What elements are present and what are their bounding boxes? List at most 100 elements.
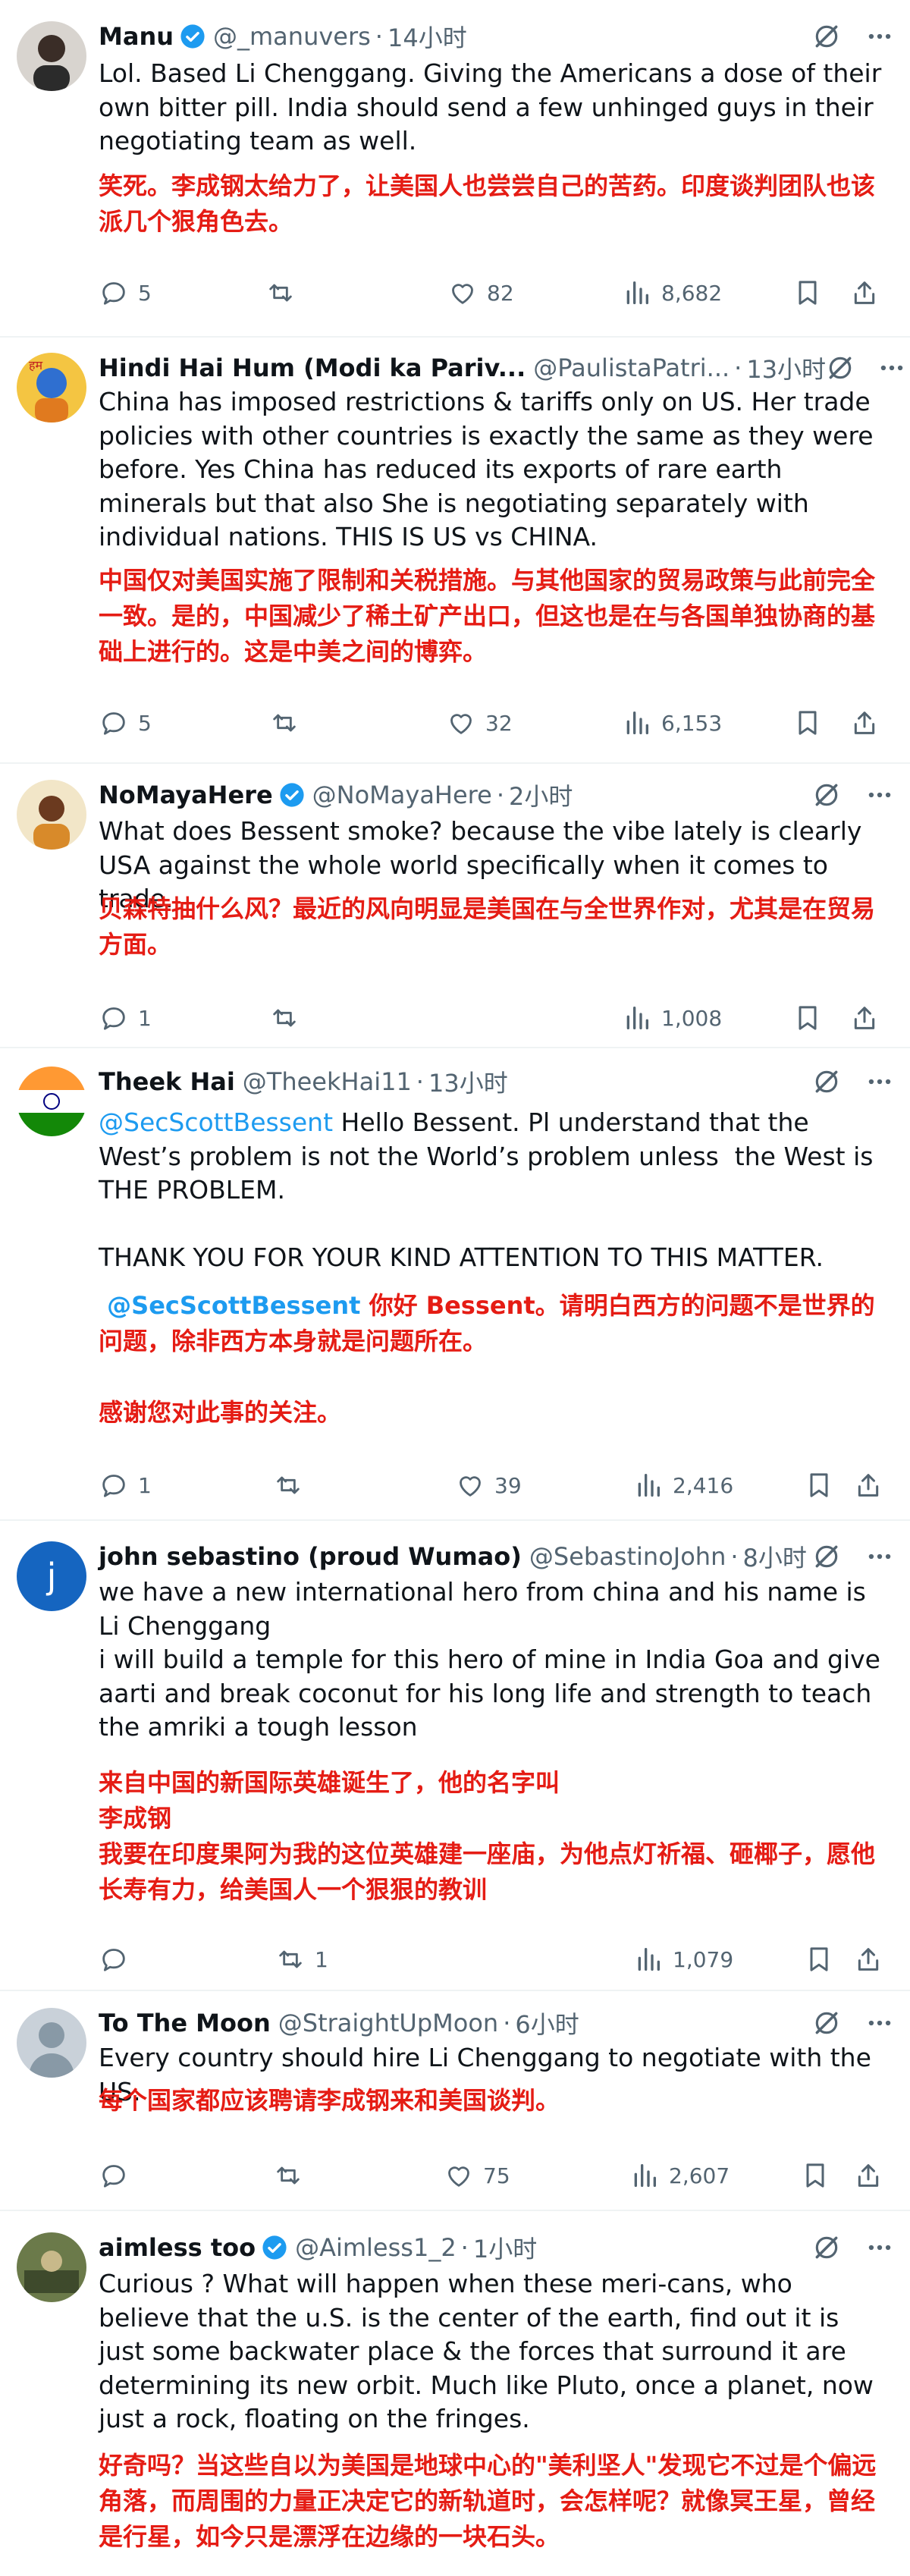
retweet-button[interactable] (265, 274, 305, 312)
share-button[interactable] (849, 274, 880, 312)
timestamp[interactable]: 2小时 (509, 778, 573, 812)
separator-dot: · (460, 2233, 469, 2262)
retweet-button[interactable]: 1 (275, 1940, 328, 1978)
more-icon[interactable] (864, 780, 895, 810)
share-button[interactable] (853, 1466, 883, 1504)
views-button[interactable]: 2,416 (633, 1466, 733, 1504)
display-name[interactable]: aimless too (99, 2233, 256, 2262)
more-icon[interactable] (864, 2232, 895, 2263)
display-name[interactable]: Hindi Hai Hum (Modi ka Pariv... (99, 353, 526, 382)
more-icon[interactable] (864, 1067, 895, 1097)
more-icon[interactable] (864, 21, 895, 52)
reply-button[interactable]: 1 (99, 1466, 152, 1504)
grok-icon[interactable] (811, 1067, 842, 1097)
share-icon (849, 1003, 880, 1033)
display-name[interactable]: Theek Hai (99, 1067, 235, 1096)
grok-icon[interactable] (811, 2008, 842, 2038)
action-bar: 5 82 8,682 (99, 274, 887, 312)
tweet-aimless-too[interactable]: aimless too @Aimless1_2 · 1小时 Curious ? … (0, 2211, 910, 2576)
mention-link[interactable]: @SecScottBessent (99, 1107, 333, 1137)
retweet-icon (265, 278, 296, 308)
display-name[interactable]: To The Moon (99, 2009, 271, 2037)
grok-icon[interactable] (811, 780, 842, 810)
separator-dot: · (734, 353, 742, 382)
display-name[interactable]: john sebastino (proud Wumao) (99, 1542, 522, 1571)
tweet-nomayahere[interactable]: NoMayaHere @NoMayaHere · 2小时 What does B… (0, 764, 910, 1048)
reply-button[interactable] (99, 2157, 138, 2194)
grok-icon[interactable] (811, 2232, 842, 2263)
tweet-to-the-moon[interactable]: To The Moon @StraightUpMoon · 6小时 Every … (0, 1991, 910, 2211)
timestamp[interactable]: 6小时 (515, 2006, 579, 2040)
verified-badge-icon (279, 782, 305, 808)
separator-dot: · (496, 781, 504, 809)
grok-icon[interactable] (811, 1541, 842, 1572)
tweet-theek-hai[interactable]: Theek Hai @TheekHai11 · 13小时 @SecScottBe… (0, 1048, 910, 1521)
avatar[interactable] (17, 2232, 86, 2302)
like-button[interactable]: 32 (446, 704, 513, 742)
retweet-button[interactable] (269, 999, 309, 1037)
bookmark-button[interactable] (804, 1940, 834, 1978)
like-button[interactable]: 39 (455, 1466, 522, 1504)
avatar[interactable] (17, 21, 86, 91)
share-button[interactable] (853, 1940, 883, 1978)
tweet-john-sebastino[interactable]: j john sebastino (proud Wumao) @Sebastin… (0, 1521, 910, 1991)
handle[interactable]: @SebastinoJohn (529, 1542, 726, 1571)
handle[interactable]: @NoMayaHere (312, 781, 492, 809)
timestamp[interactable]: 1小时 (473, 2230, 537, 2265)
views-count: 1,008 (661, 1005, 723, 1031)
mention-link[interactable]: @SecScottBessent (99, 1291, 360, 1320)
views-button[interactable]: 8,682 (622, 274, 722, 312)
reply-icon (99, 1944, 129, 1974)
reply-button[interactable]: 1 (99, 999, 152, 1037)
grok-icon[interactable] (811, 21, 842, 52)
retweet-button[interactable] (273, 1466, 312, 1504)
share-button[interactable] (853, 2157, 883, 2194)
timestamp[interactable]: 13小时 (746, 350, 826, 385)
handle[interactable]: @TheekHai11 (243, 1067, 412, 1096)
reply-button[interactable] (99, 1940, 138, 1978)
retweet-button[interactable] (269, 704, 309, 742)
avatar[interactable] (17, 780, 86, 850)
retweet-button[interactable] (273, 2157, 312, 2194)
reply-icon (99, 1003, 129, 1033)
handle[interactable]: @Aimless1_2 (295, 2233, 457, 2262)
views-button[interactable]: 1,008 (622, 999, 722, 1037)
handle[interactable]: @PaulistaPatri... (533, 353, 730, 382)
bookmark-button[interactable] (800, 2157, 830, 2194)
avatar[interactable]: j (17, 1541, 86, 1611)
verified-badge-icon (180, 24, 206, 49)
tweet-translation: 贝森特抽什么风？最近的风向明显是美国在与全世界作对，尤其是在贸易方面。 (99, 894, 876, 959)
reply-button[interactable]: 5 (99, 274, 152, 312)
avatar[interactable] (17, 1067, 86, 1136)
like-button[interactable]: 82 (447, 274, 514, 312)
like-button[interactable]: 75 (444, 2157, 510, 2194)
views-button[interactable]: 1,079 (633, 1940, 733, 1978)
like-count: 39 (494, 1472, 522, 1498)
bookmark-icon (792, 708, 823, 738)
more-icon[interactable] (864, 1541, 895, 1572)
share-button[interactable] (849, 999, 880, 1037)
display-name[interactable]: NoMayaHere (99, 781, 273, 809)
tweet-manu[interactable]: Manu @_manuvers · 14小时 Lol. Based Li Che… (0, 0, 910, 338)
more-icon[interactable] (864, 2008, 895, 2038)
grok-icon[interactable] (826, 353, 855, 383)
bookmark-button[interactable] (804, 1466, 834, 1504)
views-button[interactable]: 2,607 (629, 2157, 730, 2194)
display-name[interactable]: Manu (99, 22, 174, 51)
share-button[interactable] (849, 704, 880, 742)
more-icon[interactable] (877, 353, 906, 383)
tweet-hindi-hai-hum[interactable]: हम Hindi Hai Hum (Modi ka Pariv... @Paul… (0, 338, 910, 764)
views-button[interactable]: 6,153 (622, 704, 722, 742)
bookmark-button[interactable] (792, 999, 823, 1037)
avatar[interactable]: हम (17, 353, 86, 423)
handle[interactable]: @StraightUpMoon (278, 2009, 498, 2037)
timestamp[interactable]: 14小时 (388, 19, 467, 54)
bookmark-button[interactable] (792, 274, 823, 312)
handle[interactable]: @_manuvers (213, 22, 371, 51)
timestamp[interactable]: 8小时 (743, 1539, 807, 1574)
reply-button[interactable]: 5 (99, 704, 152, 742)
bookmark-button[interactable] (792, 704, 823, 742)
separator-dot: · (503, 2009, 511, 2037)
avatar[interactable] (17, 2008, 86, 2078)
timestamp[interactable]: 13小时 (428, 1064, 508, 1099)
